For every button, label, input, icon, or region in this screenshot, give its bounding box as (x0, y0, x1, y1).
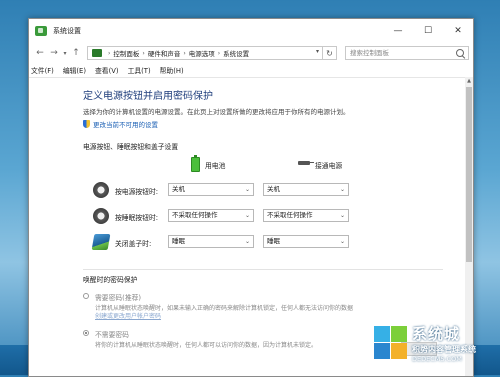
search-icon[interactable] (456, 49, 464, 57)
menu-view[interactable]: 查看(V) (95, 65, 119, 75)
windows-logo-icon (374, 326, 408, 360)
window-controls: — ☐ ✕ (383, 19, 473, 43)
page-description: 选择为你的计算机设置的电源设置。在此页上对设置所做的更改将应用于你所有的电源计划… (83, 108, 350, 116)
power-plug-icon (298, 161, 314, 165)
menu-file[interactable]: 文件(F) (31, 65, 54, 75)
power-button-battery-select[interactable]: 关机 ⌄ (168, 183, 254, 196)
address-field[interactable]: › 控制面板 › 硬件和声音 › 电源选项 › 系统设置 ▾ (87, 46, 323, 60)
chevron-right-icon: › (183, 49, 186, 57)
breadcrumb-system-settings[interactable]: 系统设置 (223, 48, 249, 58)
plugged-in-header: 接通电源 (315, 162, 343, 170)
menu-edit[interactable]: 编辑(E) (63, 65, 86, 75)
refresh-icon[interactable]: ↻ (323, 46, 337, 60)
uac-shield-icon (83, 120, 90, 128)
address-bar: ← → ▾ ↑ › 控制面板 › 硬件和声音 › 电源选项 › 系统设置 ▾ ↻ (29, 43, 473, 63)
require-password-desc-text: 计算机从睡眠状态唤醒时，如果未输入正确的密码来解除计算机锁定，任何人都无法访问你… (95, 305, 354, 312)
power-button-plugged-select[interactable]: 关机 ⌄ (263, 183, 349, 196)
require-password-radio[interactable] (83, 293, 89, 299)
lid-close-label: 关闭盖子时: (115, 240, 152, 248)
wake-password-title: 唤醒时的密码保护 (83, 276, 138, 284)
sleep-button-icon (93, 208, 109, 224)
sleep-button-row: 按睡眠按钮时: 不采取任何操作 ⌄ 不采取任何操作 ⌄ (83, 207, 473, 229)
site-watermark: 系统城 积势内容管理系统 DEDECMS.COM (374, 319, 494, 367)
select-value: 睡眠 (267, 237, 280, 245)
window-title: 系统设置 (53, 27, 81, 35)
power-button-row: 按电源按钮时: 关机 ⌄ 关机 ⌄ (83, 181, 473, 203)
chevron-down-icon: ⌄ (244, 212, 250, 219)
select-value: 不采取任何操作 (172, 211, 218, 219)
power-button-label: 按电源按钮时: (115, 188, 159, 196)
watermark-url: DEDECMS.COM (412, 355, 462, 363)
change-settings-link-text[interactable]: 更改当前不可用的设置 (93, 119, 158, 129)
sleep-button-label: 按睡眠按钮时: (115, 214, 159, 222)
forward-arrow-icon[interactable]: → (47, 45, 61, 61)
section-divider (83, 269, 443, 270)
select-value: 睡眠 (172, 237, 185, 245)
lid-close-battery-select[interactable]: 睡眠 ⌄ (168, 235, 254, 248)
search-box[interactable] (345, 46, 469, 60)
select-value: 不采取任何操作 (267, 211, 313, 219)
require-password-option[interactable]: 需要密码(推荐) (83, 292, 473, 302)
control-panel-small-icon (92, 49, 102, 57)
no-password-radio[interactable] (83, 330, 89, 336)
address-dropdown-icon[interactable]: ▾ (316, 48, 319, 55)
watermark-subtitle: 积势内容管理系统 (412, 345, 476, 354)
select-value: 关机 (267, 185, 280, 193)
minimize-button[interactable]: — (383, 19, 413, 43)
back-arrow-icon[interactable]: ← (33, 45, 47, 61)
lid-close-row: 关闭盖子时: 睡眠 ⌄ 睡眠 ⌄ (83, 233, 473, 255)
scroll-thumb[interactable] (466, 87, 472, 262)
laptop-lid-icon (91, 234, 111, 250)
chevron-down-icon: ⌄ (244, 186, 250, 193)
scroll-up-icon[interactable]: ▲ (465, 77, 473, 85)
chevron-right-icon: › (217, 49, 221, 57)
maximize-button[interactable]: ☐ (413, 19, 443, 43)
create-password-link[interactable]: 创建或更改用户帐户密码 (95, 313, 161, 320)
chevron-down-icon: ⌄ (339, 212, 345, 219)
chevron-down-icon: ⌄ (339, 238, 345, 245)
search-input[interactable] (350, 49, 450, 57)
chevron-right-icon: › (108, 49, 111, 57)
chevron-down-icon: ⌄ (244, 238, 250, 245)
breadcrumb-power-options[interactable]: 电源选项 (189, 48, 215, 58)
sleep-button-plugged-select[interactable]: 不采取任何操作 ⌄ (263, 209, 349, 222)
require-password-label: 需要密码(推荐) (95, 294, 142, 302)
page-title: 定义电源按钮并启用密码保护 (83, 91, 213, 102)
chevron-down-icon: ⌄ (339, 186, 345, 193)
breadcrumb-control-panel[interactable]: 控制面板 (113, 48, 139, 58)
menu-help[interactable]: 帮助(H) (160, 65, 184, 75)
chevron-right-icon: › (142, 49, 145, 57)
watermark-brand: 系统城 (412, 325, 461, 343)
control-panel-icon (35, 26, 47, 36)
recent-dropdown-icon[interactable]: ▾ (61, 45, 69, 61)
change-settings-link[interactable]: 更改当前不可用的设置 (83, 119, 473, 129)
watermark-text: 系统城 积势内容管理系统 DEDECMS.COM (412, 323, 476, 363)
title-bar: 系统设置 — ☐ ✕ (29, 19, 473, 43)
menu-tools[interactable]: 工具(T) (128, 65, 151, 75)
up-arrow-icon[interactable]: ↑ (69, 45, 83, 61)
lid-close-plugged-select[interactable]: 睡眠 ⌄ (263, 235, 349, 248)
select-value: 关机 (172, 185, 185, 193)
power-button-icon (93, 182, 109, 198)
on-battery-header: 用电池 (205, 162, 226, 170)
menu-bar: 文件(F) 编辑(E) 查看(V) 工具(T) 帮助(H) (29, 63, 473, 78)
sleep-button-battery-select[interactable]: 不采取任何操作 ⌄ (168, 209, 254, 222)
power-section-title: 电源按钮、睡眠按钮和盖子设置 (83, 143, 179, 151)
breadcrumb-hardware-sound[interactable]: 硬件和声音 (148, 48, 181, 58)
power-column-headers: 用电池 接通电源 (83, 155, 473, 177)
close-button[interactable]: ✕ (443, 19, 473, 43)
battery-icon (191, 155, 200, 172)
no-password-label: 不需要密码 (95, 331, 129, 339)
